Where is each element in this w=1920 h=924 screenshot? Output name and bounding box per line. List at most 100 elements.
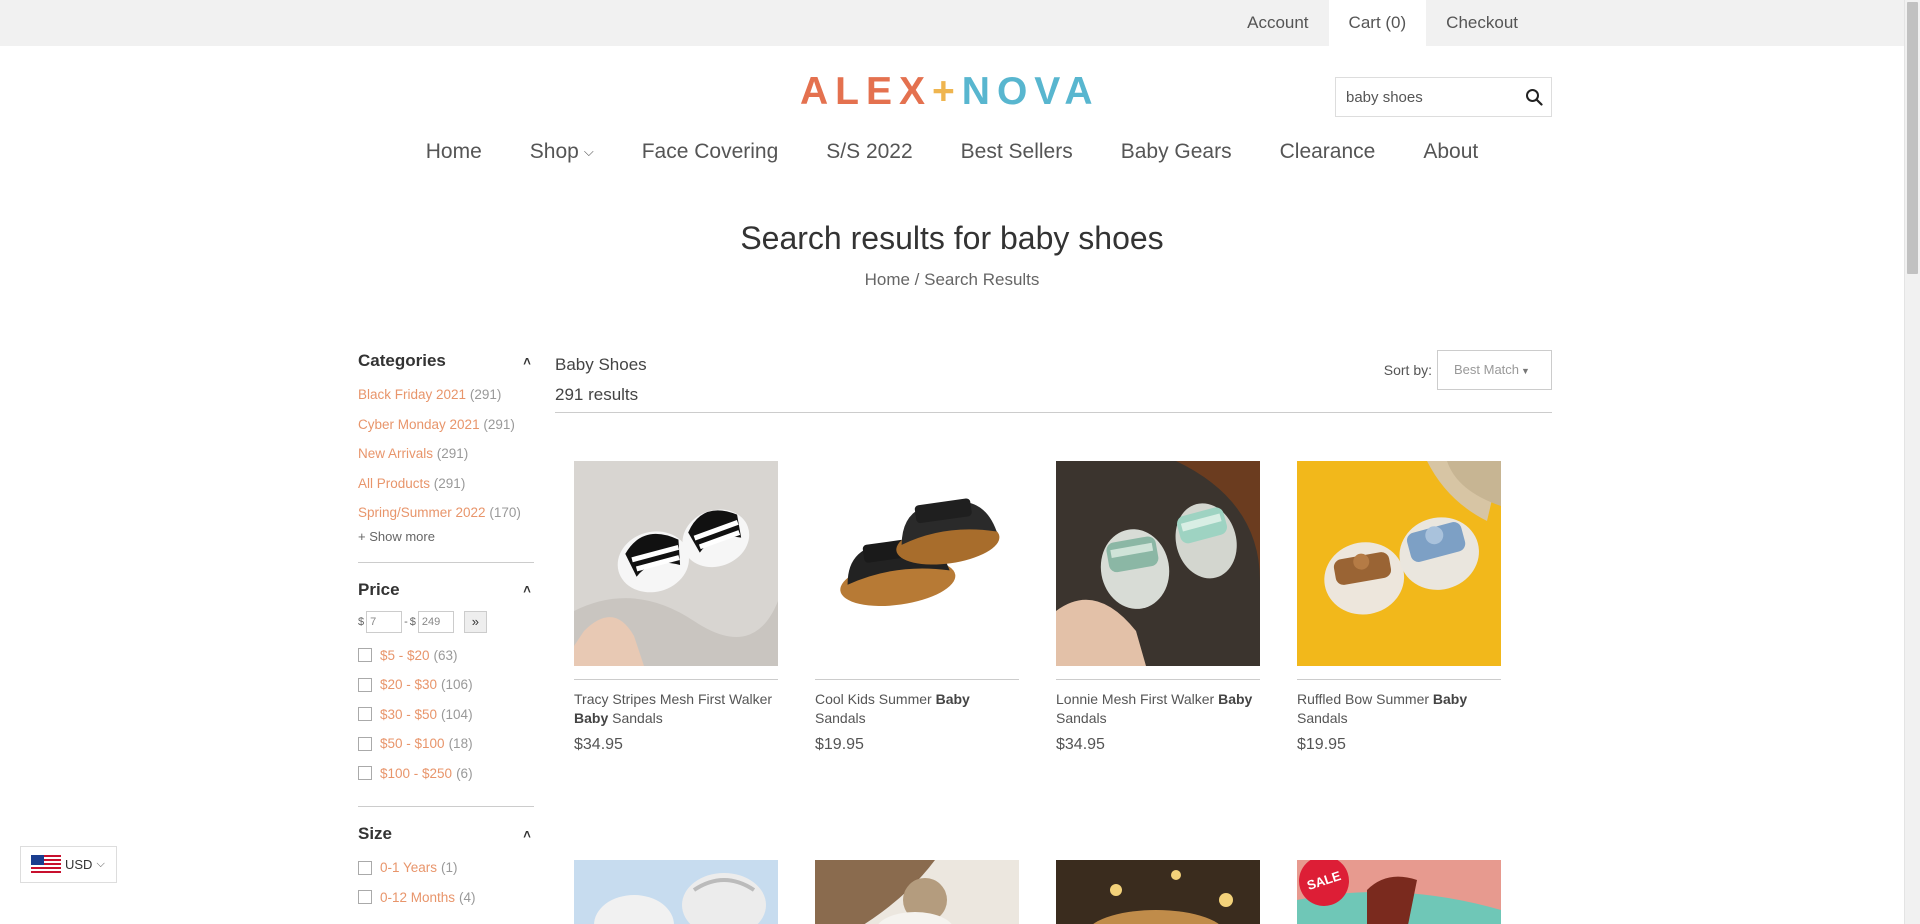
product-card[interactable] <box>1056 860 1260 924</box>
currency-selector[interactable]: USD ⌵ <box>20 846 117 883</box>
category-item: All Products (291) <box>358 469 534 499</box>
filter-sidebar: Categories ˄ Black Friday 2021 (291) Cyb… <box>358 350 534 912</box>
product-image[interactable] <box>574 461 778 666</box>
price-range-link[interactable]: $5 - $20 <box>380 641 430 671</box>
product-name[interactable]: Cool Kids Summer Baby Sandals <box>815 690 1019 728</box>
search-box <box>1335 77 1552 117</box>
category-item: Cyber Monday 2021 (291) <box>358 410 534 440</box>
sidebar-divider <box>358 561 534 563</box>
product-price: $19.95 <box>1297 736 1346 753</box>
price-range-link[interactable]: $50 - $100 <box>380 729 445 759</box>
product-name[interactable]: Tracy Stripes Mesh First Walker Baby San… <box>574 690 778 728</box>
main-nav: Home Shop ⌵ Face Covering S/S 2022 Best Selle… <box>0 140 1904 164</box>
price-range-item: $5 - $20 (63) <box>358 641 534 671</box>
nav-shop[interactable]: Shop ⌵ <box>530 140 594 164</box>
nav-about[interactable]: About <box>1423 140 1478 164</box>
page-scrollbar[interactable] <box>1904 0 1920 924</box>
chevron-up-icon[interactable]: ˄ <box>520 827 534 842</box>
product-card[interactable] <box>815 860 1019 924</box>
chevron-up-icon[interactable]: ˄ <box>520 354 534 369</box>
chevron-up-icon[interactable]: ˄ <box>520 582 534 597</box>
price-range-item: $20 - $30 (106) <box>358 670 534 700</box>
product-price: $34.95 <box>574 736 623 753</box>
category-item: Black Friday 2021 (291) <box>358 380 534 410</box>
category-link[interactable]: Black Friday 2021 <box>358 387 466 402</box>
breadcrumb-home[interactable]: Home <box>865 270 910 289</box>
checkbox[interactable] <box>358 860 372 875</box>
product-card[interactable]: Lonnie Mesh First Walker Baby Sandals $3… <box>1056 461 1260 754</box>
results-count: 291 results <box>555 385 639 404</box>
category-count: (170) <box>489 505 521 520</box>
show-more-link[interactable]: + Show more <box>358 529 534 544</box>
price-min-input[interactable] <box>366 610 403 633</box>
product-image[interactable] <box>1056 860 1260 924</box>
account-link[interactable]: Account <box>1227 0 1328 46</box>
category-link[interactable]: Cyber Monday 2021 <box>358 417 480 432</box>
checkbox[interactable] <box>358 677 372 692</box>
nav-home[interactable]: Home <box>426 140 482 164</box>
checkbox[interactable] <box>358 736 372 751</box>
price-range-link[interactable]: $20 - $30 <box>380 670 437 700</box>
price-range-count: (104) <box>441 706 473 722</box>
categories-header[interactable]: Categories ˄ <box>358 350 534 372</box>
product-name[interactable]: Ruffled Bow Summer Baby Sandals <box>1297 690 1501 728</box>
nav-best-sellers[interactable]: Best Sellers <box>961 140 1073 164</box>
nav-face-covering[interactable]: Face Covering <box>642 140 779 164</box>
category-link[interactable]: New Arrivals <box>358 446 433 461</box>
sort-select[interactable]: Best Match ▼ <box>1437 350 1552 390</box>
product-image[interactable] <box>815 461 1019 666</box>
product-card[interactable]: Tracy Stripes Mesh First Walker Baby San… <box>574 461 778 754</box>
size-count: (4) <box>459 889 476 905</box>
price-range-list: $5 - $20 (63) $20 - $30 (106) $30 - $50 (10… <box>358 641 534 789</box>
product-name[interactable]: Lonnie Mesh First Walker Baby Sandals <box>1056 690 1260 728</box>
product-card[interactable]: SALE <box>1297 860 1501 924</box>
category-link[interactable]: All Products <box>358 476 430 491</box>
size-header[interactable]: Size ˄ <box>358 823 534 845</box>
checkbox[interactable] <box>358 648 372 663</box>
price-range-link[interactable]: $30 - $50 <box>380 700 437 730</box>
breadcrumb-current: Search Results <box>924 270 1040 289</box>
category-item: Spring/Summer 2022 (170) <box>358 498 534 528</box>
nav-ss-2022[interactable]: S/S 2022 <box>826 140 912 164</box>
category-link[interactable]: Spring/Summer 2022 <box>358 505 486 520</box>
card-divider <box>574 679 778 680</box>
checkbox[interactable] <box>358 707 372 722</box>
chevron-down-icon: ⌵ <box>583 144 594 160</box>
cart-link[interactable]: Cart (0) <box>1328 0 1427 46</box>
site-logo[interactable]: ALEX+NOVA <box>800 70 1100 114</box>
product-name-highlight: Baby <box>1432 691 1468 707</box>
product-image[interactable] <box>574 860 778 924</box>
product-image[interactable] <box>1297 461 1501 666</box>
product-name-highlight: Baby <box>1218 691 1253 707</box>
card-divider <box>815 679 1019 680</box>
breadcrumb: Home / Search Results <box>0 270 1904 290</box>
caret-down-icon: ▼ <box>1521 366 1530 376</box>
price-range-link[interactable]: $100 - $250 <box>380 759 452 789</box>
product-card[interactable]: Cool Kids Summer Baby Sandals $19.95 <box>815 461 1019 754</box>
product-card[interactable]: Ruffled Bow Summer Baby Sandals $19.95 <box>1297 461 1501 754</box>
price-range-count: (6) <box>456 765 473 781</box>
scrollbar-thumb[interactable] <box>1907 2 1918 274</box>
price-header[interactable]: Price ˄ <box>358 579 534 601</box>
product-name-text: Tracy Stripes Mesh First Walker <box>574 691 773 707</box>
logo-plus: + <box>932 70 962 113</box>
nav-baby-gears[interactable]: Baby Gears <box>1121 140 1232 164</box>
product-image[interactable] <box>1056 461 1260 666</box>
size-link[interactable]: 0-1 Years <box>380 853 437 883</box>
chevron-down-icon: ⌵ <box>96 858 105 870</box>
product-image[interactable] <box>815 860 1019 924</box>
price-apply-button[interactable]: » <box>463 610 487 633</box>
search-icon[interactable] <box>1525 88 1543 106</box>
breadcrumb-separator: / <box>909 270 925 289</box>
nav-clearance[interactable]: Clearance <box>1280 140 1376 164</box>
currency-symbol: $ <box>358 615 365 628</box>
product-card[interactable] <box>574 860 778 924</box>
checkbox[interactable] <box>358 766 372 781</box>
price-max-input[interactable] <box>417 610 454 633</box>
size-link[interactable]: 0-12 Months <box>380 883 455 913</box>
checkout-link[interactable]: Checkout <box>1426 0 1538 46</box>
search-input[interactable] <box>1336 78 1516 116</box>
product-name-highlight: Baby <box>574 710 609 726</box>
product-name-text: Sandals <box>608 710 663 726</box>
checkbox[interactable] <box>358 890 372 905</box>
